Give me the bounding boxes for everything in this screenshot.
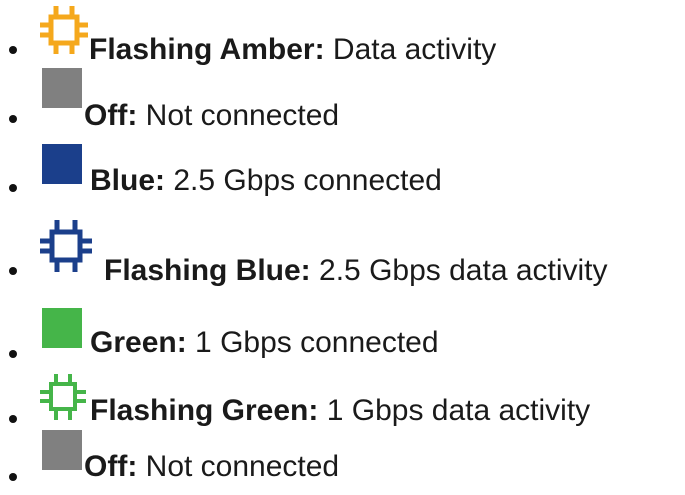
led-label: Off: Not connected [84, 450, 339, 484]
bullet [9, 184, 17, 192]
solid-square-icon [42, 144, 82, 184]
solid-square-icon [42, 308, 82, 348]
bullet [9, 115, 17, 123]
solid-square-icon [42, 430, 82, 470]
led-status: Flashing Green: [90, 394, 319, 427]
solid-square-icon [42, 68, 82, 108]
led-description: 1 Gbps connected [195, 326, 439, 359]
led-description: 2.5 Gbps connected [173, 164, 442, 197]
bullet [9, 415, 17, 423]
flashing-square-icon [40, 374, 86, 420]
led-label: Green: 1 Gbps connected [90, 326, 439, 360]
led-description: Not connected [145, 99, 340, 132]
flashing-square-icon [40, 220, 92, 272]
list-item: Green: 1 Gbps connected [0, 302, 685, 362]
list-item: Flashing Green: 1 Gbps data activity [0, 366, 685, 428]
led-label: Flashing Blue: 2.5 Gbps data activity [104, 254, 608, 288]
icon-stroke [40, 374, 86, 420]
led-status: Off: [84, 99, 138, 132]
list-item: Off: Not connected [0, 430, 685, 490]
bullet [9, 267, 17, 275]
led-label: Blue: 2.5 Gbps connected [90, 164, 442, 198]
led-status: Off: [84, 450, 138, 483]
led-description: Data activity [332, 33, 497, 66]
led-status: Green: [90, 326, 187, 359]
led-status: Flashing Blue: [104, 254, 311, 287]
led-label: Flashing Amber: Data activity [89, 33, 496, 67]
flashing-square-icon [40, 6, 88, 54]
list-item: Off: Not connected [0, 68, 685, 132]
icon-stroke [40, 220, 92, 272]
led-description: Not connected [145, 450, 340, 483]
led-description: 1 Gbps data activity [326, 394, 591, 427]
led-description: 2.5 Gbps data activity [319, 254, 608, 287]
led-status: Blue: [90, 164, 165, 197]
list-item: Flashing Amber: Data activity [0, 0, 685, 66]
icon-stroke [40, 6, 88, 54]
list-item: Blue: 2.5 Gbps connected [0, 136, 685, 198]
bullet [9, 350, 17, 358]
led-status: Flashing Amber: [89, 33, 325, 66]
led-label: Off: Not connected [84, 99, 339, 133]
bullet [9, 473, 17, 481]
bullet [9, 46, 17, 54]
led-status-list: Flashing Amber: Data activity Off: Not c… [0, 0, 685, 495]
list-item: Flashing Blue: 2.5 Gbps data activity [0, 214, 685, 287]
led-label: Flashing Green: 1 Gbps data activity [90, 394, 590, 428]
